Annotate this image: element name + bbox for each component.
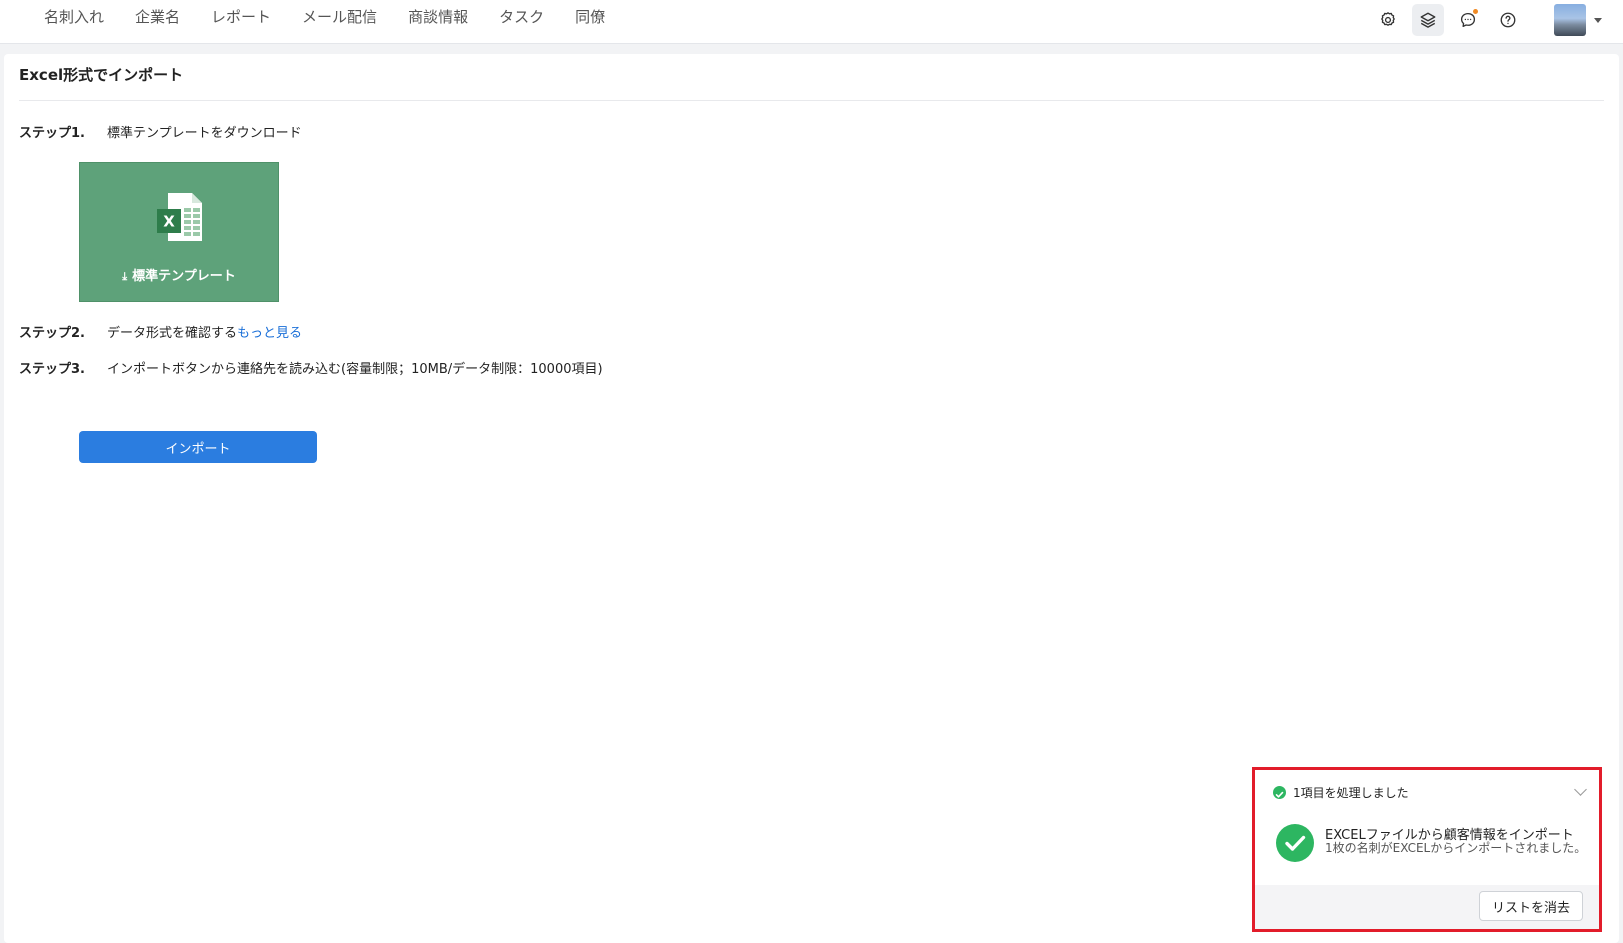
chevron-down-icon[interactable]: [1574, 783, 1587, 796]
notification-summary: 1項目を処理しました: [1293, 786, 1409, 800]
notification-footer: リストを消去: [1255, 885, 1599, 929]
more-info-link[interactable]: もっと見る: [237, 326, 302, 341]
step-1-text: 標準テンプレートをダウンロード: [107, 126, 302, 141]
top-navigation: 名刺入れ 企業名 レポート メール配信 商談情報 タスク 同僚: [0, 0, 1623, 44]
nav-item-colleagues[interactable]: 同僚: [575, 6, 605, 28]
step-3-text: インポートボタンから連絡先を読み込む(容量制限；10MB/データ制限：10000…: [107, 362, 603, 377]
step-1: ステップ1. 標準テンプレートをダウンロード: [19, 122, 302, 141]
title-divider: [19, 100, 1604, 101]
help-button[interactable]: [1492, 4, 1524, 36]
step-2-text: データ形式を確認するもっと見る: [107, 322, 302, 341]
toolbar-icons: [1372, 4, 1602, 36]
chat-button[interactable]: [1452, 4, 1484, 36]
clear-list-button[interactable]: リストを消去: [1479, 891, 1583, 921]
download-template-button[interactable]: X ⤓ 標準テンプレート: [79, 162, 279, 302]
nav-item-companies[interactable]: 企業名: [135, 6, 180, 28]
layers-icon: [1420, 12, 1436, 28]
settings-button[interactable]: [1372, 4, 1404, 36]
import-notification: 1項目を処理しました EXCELファイルから顧客情報をインポート 1枚の名刺がE…: [1252, 767, 1602, 932]
nav-item-deals[interactable]: 商談情報: [408, 6, 468, 28]
help-icon: [1500, 12, 1516, 28]
nav-item-cards[interactable]: 名刺入れ: [44, 6, 104, 28]
check-circle-icon: [1273, 786, 1286, 799]
page-title: Excel形式でインポート: [19, 66, 184, 84]
excel-letter: X: [163, 213, 175, 231]
nav-item-email[interactable]: メール配信: [302, 6, 377, 28]
step-2: ステップ2. データ形式を確認するもっと見る: [19, 322, 302, 341]
download-icon: ⤓: [122, 270, 128, 283]
layers-button[interactable]: [1412, 4, 1444, 36]
avatar[interactable]: [1554, 4, 1586, 36]
notification-description: 1枚の名刺がEXCELからインポートされました。: [1325, 841, 1587, 855]
notification-header[interactable]: 1項目を処理しました: [1255, 770, 1599, 814]
template-label-text: 標準テンプレート: [132, 269, 236, 284]
template-label: ⤓ 標準テンプレート: [80, 265, 278, 284]
success-check-icon: [1276, 824, 1314, 862]
nav-item-tasks[interactable]: タスク: [499, 6, 544, 28]
notification-dot: [1473, 9, 1478, 14]
main-nav: 名刺入れ 企業名 レポート メール配信 商談情報 タスク 同僚: [44, 6, 636, 28]
step-2-label: ステップ2.: [19, 326, 85, 341]
step-3: ステップ3. インポートボタンから連絡先を読み込む(容量制限；10MB/データ制…: [19, 358, 603, 377]
notification-body: EXCELファイルから顧客情報をインポート 1枚の名刺がEXCELからインポート…: [1255, 814, 1599, 887]
step-2-description: データ形式を確認する: [107, 326, 238, 341]
user-menu[interactable]: [1554, 4, 1602, 36]
chevron-down-icon: [1594, 17, 1602, 23]
gear-icon: [1381, 12, 1395, 26]
nav-item-reports[interactable]: レポート: [211, 6, 271, 28]
step-1-label: ステップ1.: [19, 126, 85, 141]
excel-file-icon: X: [157, 193, 202, 241]
step-3-label: ステップ3.: [19, 362, 85, 377]
import-button[interactable]: インポート: [79, 431, 317, 463]
